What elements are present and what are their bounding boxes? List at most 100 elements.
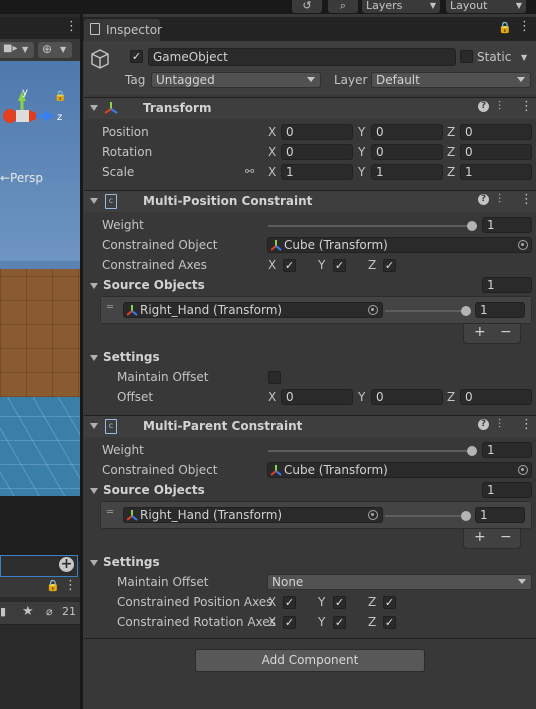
presets-sliders-icon[interactable]: ⫶ [498,192,501,207]
foldout-arrow-icon[interactable] [90,105,98,111]
weight-input[interactable]: 1 [482,442,532,458]
source-weight-slider-handle[interactable] [461,306,471,316]
weight-slider-handle[interactable] [467,221,477,231]
lock-icon[interactable]: 🔒 [46,579,60,592]
scale-y-input[interactable]: 1 [371,164,443,180]
constrained-object-field[interactable]: Cube (Transform) [267,237,532,253]
presets-sliders-icon[interactable]: ⫶ [498,417,501,432]
gameobject-name-input[interactable]: GameObject [148,48,456,66]
rotation-axis-x-checkbox[interactable]: ✓ [283,616,296,629]
tag-icon[interactable]: ▮ [0,605,6,618]
weight-slider-handle[interactable] [467,446,477,456]
layer-dropdown[interactable]: Default [371,72,531,88]
rotation-z-input[interactable]: 0 [460,144,532,160]
position-axis-z-checkbox[interactable]: ✓ [383,596,396,609]
foldout-arrow-icon[interactable] [90,355,98,361]
tag-dropdown[interactable]: Untagged [151,72,321,88]
layout-dropdown[interactable]: Layout ▼ [446,0,526,13]
scale-z-input[interactable]: 1 [460,164,532,180]
source-objects-count-input[interactable]: 1 [482,482,532,498]
offset-z-input[interactable]: 0 [460,389,532,405]
kebab-menu-icon[interactable]: ⋮ [520,99,533,114]
lock-icon[interactable]: 🔒 [498,21,512,34]
constrained-axis-x-checkbox[interactable]: ✓ [283,259,296,272]
favorite-star-icon[interactable]: ★ [22,604,34,619]
list-remove-button[interactable]: − [500,529,512,545]
link-scale-icon[interactable]: ⚯ [245,165,254,178]
position-y-input[interactable]: 0 [371,124,443,140]
source-objects-label[interactable]: Source Objects [103,277,205,293]
kebab-menu-icon[interactable]: ⋮ [520,417,533,432]
constrained-object-field[interactable]: Cube (Transform) [267,462,532,478]
gizmos-dropdown[interactable]: ⊕ ▼ [38,42,72,58]
help-icon[interactable]: ? [478,194,489,205]
source-weight-slider-handle[interactable] [461,511,471,521]
maintain-offset-dropdown[interactable]: None [267,574,532,590]
position-axis-x-checkbox[interactable]: ✓ [283,596,296,609]
multi-position-constraint-header[interactable]: c Multi-Position Constraint ? ⫶ ⋮ [84,190,536,212]
history-button[interactable]: ↺ [292,0,322,13]
rotation-y-input[interactable]: 0 [371,144,443,160]
hierarchy-search-field[interactable]: + [0,555,78,577]
scene-viewport[interactable]: y z 🔒 ←Persp [0,61,80,561]
kebab-menu-icon[interactable]: ⋮ [520,192,533,207]
weight-slider-track[interactable] [268,225,472,227]
list-add-button[interactable]: + [474,529,486,545]
source-weight-input[interactable]: 1 [475,507,525,523]
object-picker-icon[interactable] [518,465,528,475]
rotation-x-input[interactable]: 0 [281,144,353,160]
transform-header[interactable]: Transform ? ⫶ ⋮ [84,97,536,119]
object-picker-icon[interactable] [368,510,378,520]
lock-icon[interactable]: 🔒 [54,90,66,102]
kebab-menu-icon[interactable]: ⋮ [64,578,77,593]
hidden-eye-icon[interactable]: ⌀ [46,605,53,618]
tab-inspector[interactable]: Inspector [84,19,162,41]
rotation-axis-y-checkbox[interactable]: ✓ [333,616,346,629]
presets-sliders-icon[interactable]: ⫶ [498,99,501,114]
active-checkbox[interactable]: ✓ [130,50,143,63]
position-x-input[interactable]: 0 [281,124,353,140]
help-icon[interactable]: ? [478,419,489,430]
add-icon[interactable]: + [59,557,74,572]
kebab-menu-icon[interactable]: ⋮ [65,19,78,34]
position-z-input[interactable]: 0 [460,124,532,140]
search-button[interactable]: ⌕ [328,0,358,13]
source-objects-count-input[interactable]: 1 [482,277,532,293]
object-picker-icon[interactable] [368,305,378,315]
chevron-down-icon[interactable]: ▼ [521,53,527,62]
weight-input[interactable]: 1 [482,217,532,233]
weight-slider-track[interactable] [268,450,472,452]
list-remove-button[interactable]: − [500,324,512,340]
source-weight-slider-track[interactable] [385,310,467,312]
static-checkbox[interactable] [460,50,473,63]
foldout-arrow-icon[interactable] [90,283,98,289]
settings-label[interactable]: Settings [103,349,160,365]
settings-label[interactable]: Settings [103,554,160,570]
scale-x-input[interactable]: 1 [281,164,353,180]
source-objects-label[interactable]: Source Objects [103,482,205,498]
list-add-button[interactable]: + [474,324,486,340]
object-picker-icon[interactable] [518,240,528,250]
rotation-axis-z-checkbox[interactable]: ✓ [383,616,396,629]
foldout-arrow-icon[interactable] [90,423,98,429]
drag-handle-icon[interactable]: ═ [107,507,113,518]
source-object-field[interactable]: Right_Hand (Transform) [123,302,383,318]
foldout-arrow-icon[interactable] [90,560,98,566]
position-axis-y-checkbox[interactable]: ✓ [333,596,346,609]
constrained-axis-z-checkbox[interactable]: ✓ [383,259,396,272]
kebab-menu-icon[interactable]: ⋮ [518,19,531,34]
drag-handle-icon[interactable]: ═ [107,302,113,313]
add-component-button[interactable]: Add Component [195,649,425,672]
offset-y-input[interactable]: 0 [371,389,443,405]
camera-dropdown[interactable]: ■▸ ▼ [0,42,34,58]
layers-dropdown[interactable]: Layers ▼ [362,0,440,13]
source-weight-slider-track[interactable] [385,515,467,517]
list-item[interactable]: ═ Right_Hand (Transform) 1 [101,297,531,323]
offset-x-input[interactable]: 0 [281,389,353,405]
list-item[interactable]: ═ Right_Hand (Transform) 1 [101,502,531,528]
foldout-arrow-icon[interactable] [90,488,98,494]
multi-parent-constraint-header[interactable]: c Multi-Parent Constraint ? ⫶ ⋮ [84,415,536,437]
source-object-field[interactable]: Right_Hand (Transform) [123,507,383,523]
maintain-offset-checkbox[interactable] [268,371,281,384]
projection-label[interactable]: ←Persp [0,171,43,185]
